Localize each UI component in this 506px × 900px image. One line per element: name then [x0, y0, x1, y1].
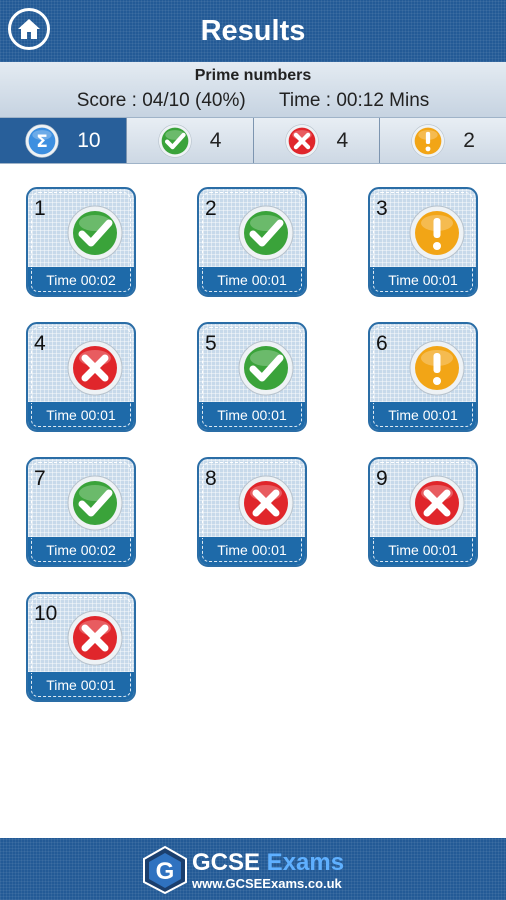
- tab-skipped[interactable]: 2: [380, 118, 506, 163]
- question-number: 2: [205, 197, 217, 220]
- question-time: Time 00:01: [28, 402, 134, 430]
- quiz-name: Prime numbers: [194, 67, 312, 84]
- check-icon: [158, 123, 192, 158]
- question-tile-10[interactable]: 10 Time 00:01: [26, 592, 136, 702]
- logo-brand-text: GCSE Exams: [192, 850, 344, 876]
- question-number: 7: [34, 467, 46, 490]
- question-time: Time 00:01: [370, 267, 476, 295]
- gcse-exams-logo[interactable]: G GCSE Exams www.GCSEExams.co.uk: [142, 846, 382, 896]
- score-summary: Prime numbers Score : 04/10 (40%) Time :…: [0, 62, 506, 117]
- question-tile-5[interactable]: 5 Time 00:01: [197, 322, 307, 432]
- question-tile-2[interactable]: 2 Time 00:01: [197, 187, 307, 297]
- sigma-icon: Σ: [25, 123, 59, 158]
- check-icon: [238, 205, 294, 261]
- svg-text:Σ: Σ: [36, 132, 48, 152]
- question-time: Time 00:01: [28, 672, 134, 700]
- question-time: Time 00:01: [199, 267, 305, 295]
- exclamation-icon: [409, 205, 465, 261]
- check-icon: [238, 340, 294, 396]
- question-tile-3[interactable]: 3 Time 00:01: [368, 187, 478, 297]
- exclamation-icon: [411, 123, 445, 158]
- score-time-line: Score : 04/10 (40%) Time : 00:12 Mins: [0, 90, 506, 112]
- question-time: Time 00:01: [370, 402, 476, 430]
- filter-tabs: Σ 10 4 4 2: [0, 117, 506, 164]
- tab-skipped-count: 2: [463, 128, 475, 152]
- question-tile-1[interactable]: 1 Time 00:02: [26, 187, 136, 297]
- question-number: 6: [376, 332, 388, 355]
- question-tile-6[interactable]: 6 Time 00:01: [368, 322, 478, 432]
- question-time: Time 00:01: [370, 537, 476, 565]
- brand-part-2: Exams: [260, 849, 345, 876]
- question-number: 3: [376, 197, 388, 220]
- question-tile-7[interactable]: 7 Time 00:02: [26, 457, 136, 567]
- tab-correct-count: 4: [209, 128, 222, 152]
- tab-incorrect[interactable]: 4: [254, 118, 381, 163]
- question-number: 10: [34, 602, 58, 625]
- cross-icon: [284, 123, 319, 158]
- tab-incorrect-count: 4: [336, 128, 349, 152]
- question-number: 5: [205, 332, 217, 355]
- tab-all[interactable]: Σ 10: [0, 118, 127, 163]
- question-number: 9: [376, 467, 388, 490]
- page-title: Results: [200, 15, 306, 47]
- svg-text:G: G: [156, 858, 175, 885]
- question-time: Time 00:02: [28, 537, 134, 565]
- cross-icon: [67, 610, 123, 666]
- question-time: Time 00:01: [199, 537, 305, 565]
- score-text: Score : 04/10 (40%): [76, 90, 246, 111]
- question-tile-8[interactable]: 8 Time 00:01: [197, 457, 307, 567]
- check-icon: [67, 475, 123, 531]
- brand-part-1: GCSE: [192, 849, 261, 876]
- cross-icon: [409, 475, 465, 531]
- question-tile-9[interactable]: 9 Time 00:01: [368, 457, 478, 567]
- question-number: 1: [34, 197, 46, 220]
- tab-all-count: 10: [77, 128, 101, 152]
- exclamation-icon: [409, 340, 465, 396]
- check-icon: [67, 205, 123, 261]
- question-time: Time 00:02: [28, 267, 134, 295]
- time-text: Time : 00:12 Mins: [278, 90, 430, 111]
- footer: G GCSE Exams www.GCSEExams.co.uk: [0, 838, 506, 900]
- question-number: 4: [34, 332, 46, 355]
- question-number: 8: [205, 467, 217, 490]
- question-time: Time 00:01: [199, 402, 305, 430]
- logo-g-icon: G: [143, 846, 187, 894]
- cross-icon: [67, 340, 123, 396]
- tab-correct[interactable]: 4: [127, 118, 254, 163]
- logo-url: www.GCSEExams.co.uk: [192, 876, 342, 891]
- question-tile-4[interactable]: 4 Time 00:01: [26, 322, 136, 432]
- cross-icon: [238, 475, 294, 531]
- top-bar: Results: [0, 0, 506, 62]
